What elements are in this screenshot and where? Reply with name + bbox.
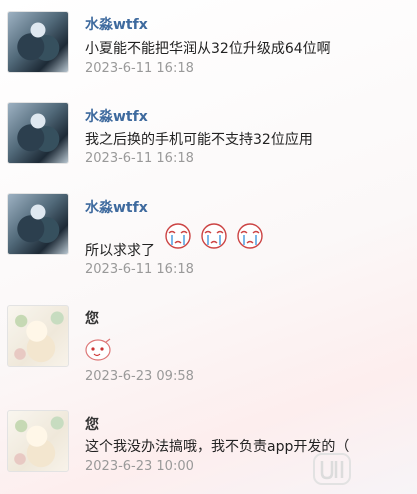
message-item: 水淼wtfx 小夏能不能把华润从32位升级成64位啊 2023-6-11 16:… bbox=[0, 0, 417, 90]
crying-sticker-icon bbox=[237, 223, 263, 249]
message-time: 2023-6-11 16:18 bbox=[85, 151, 194, 166]
message-text: 所以求求了 bbox=[85, 243, 155, 259]
message-time: 2023-6-23 10:00 bbox=[85, 459, 194, 474]
crying-sticker-icon bbox=[201, 223, 227, 249]
avatar[interactable] bbox=[7, 193, 69, 255]
sender-name[interactable]: 水淼wtfx bbox=[85, 197, 148, 217]
watermark-logo-icon bbox=[313, 453, 351, 485]
smiley-sticker-icon bbox=[85, 338, 111, 361]
message-text: 这个我没办法搞哦，我不负责app开发的（ bbox=[85, 439, 350, 455]
sender-name[interactable]: 您 bbox=[85, 414, 99, 434]
avatar[interactable] bbox=[7, 102, 69, 164]
sender-name[interactable]: 水淼wtfx bbox=[85, 14, 148, 34]
avatar[interactable] bbox=[7, 11, 69, 73]
sender-name[interactable]: 您 bbox=[85, 308, 99, 328]
message-text: 小夏能不能把华润从32位升级成64位啊 bbox=[85, 41, 331, 57]
avatar[interactable] bbox=[7, 305, 69, 367]
message-item: 水淼wtfx 我之后换的手机可能不支持32位应用 2023-6-11 16:18 bbox=[0, 90, 417, 185]
message-time: 2023-6-11 16:18 bbox=[85, 262, 194, 277]
message-time: 2023-6-11 16:18 bbox=[85, 61, 194, 76]
message-item: 您 这个我没办法搞哦，我不负责app开发的（ 2023-6-23 10:00 bbox=[0, 400, 417, 494]
avatar[interactable] bbox=[7, 410, 69, 472]
message-item: 水淼wtfx 所以求求了 2023-6-11 16:18 bbox=[0, 185, 417, 290]
message-text: 我之后换的手机可能不支持32位应用 bbox=[85, 132, 313, 148]
sender-name[interactable]: 水淼wtfx bbox=[85, 106, 148, 126]
crying-sticker-icon bbox=[165, 223, 191, 249]
message-item: 您 2023-6-23 09:58 bbox=[0, 290, 417, 400]
message-time: 2023-6-23 09:58 bbox=[85, 369, 194, 384]
